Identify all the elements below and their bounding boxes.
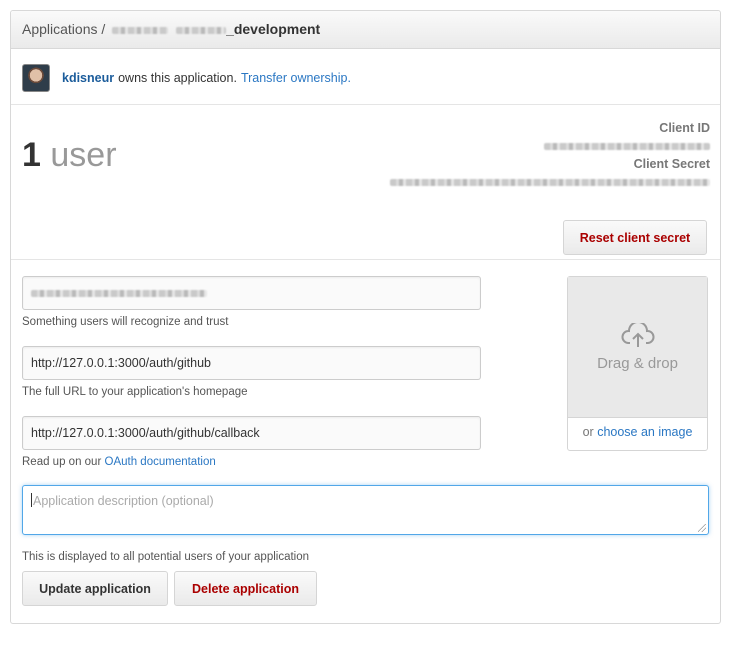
client-id-value xyxy=(390,141,710,151)
breadcrumb-applications-link[interactable]: Applications xyxy=(22,21,98,37)
text-caret xyxy=(31,493,32,507)
drag-drop-area[interactable]: Drag & drop xyxy=(568,277,707,418)
user-count: 1 user xyxy=(22,136,117,175)
redacted-app-name xyxy=(176,26,227,34)
application-name-hint: Something users will recognize and trust xyxy=(22,316,229,328)
description-textarea[interactable]: Application description (optional) xyxy=(22,485,709,535)
choose-image-row: or choose an image xyxy=(568,425,707,439)
resize-grip-icon[interactable] xyxy=(698,524,706,532)
avatar[interactable] xyxy=(22,63,50,92)
breadcrumb: Applications / _development xyxy=(11,11,720,49)
user-count-label: user xyxy=(50,136,117,174)
callback-url-hint: Read up on our OAuth documentation xyxy=(22,456,216,468)
drag-drop-label: Drag & drop xyxy=(597,354,678,372)
cloud-upload-icon xyxy=(621,322,654,347)
app-name-title: _development xyxy=(226,21,321,37)
user-count-number: 1 xyxy=(22,136,41,174)
choose-image-link[interactable]: choose an image xyxy=(597,425,692,439)
app-stats: 1 user Client ID Client Secret Reset cli… xyxy=(11,106,720,260)
callback-url-field[interactable]: http://127.0.0.1:3000/auth/github/callba… xyxy=(22,416,481,450)
oauth-documentation-link[interactable]: OAuth documentation xyxy=(105,456,216,468)
delete-application-button[interactable]: Delete application xyxy=(174,571,317,606)
client-secret-label: Client Secret xyxy=(633,157,710,171)
update-application-button[interactable]: Update application xyxy=(22,571,168,606)
reset-client-secret-button[interactable]: Reset client secret xyxy=(563,220,707,255)
client-credentials: Client ID Client Secret xyxy=(390,121,710,193)
or-text: or xyxy=(582,425,594,439)
description-hint: This is displayed to all potential users… xyxy=(22,551,310,563)
application-settings-panel: Applications / _development kdisneur own… xyxy=(10,10,721,624)
homepage-url-hint: The full URL to your application's homep… xyxy=(22,386,248,398)
transfer-ownership-link[interactable]: Transfer ownership. xyxy=(241,71,351,85)
callback-hint-text: Read up on our xyxy=(22,456,102,468)
application-name-field[interactable] xyxy=(22,276,481,310)
description-placeholder: Application description (optional) xyxy=(33,494,214,508)
breadcrumb-separator: / xyxy=(101,21,106,37)
redacted-app-name xyxy=(112,26,169,34)
owner-text: owns this application. xyxy=(118,70,237,85)
owner-row: kdisneur owns this application. Transfer… xyxy=(11,51,720,105)
client-id-label: Client ID xyxy=(659,121,710,135)
application-form: Something users will recognize and trust… xyxy=(11,261,720,623)
owner-username-link[interactable]: kdisneur xyxy=(62,71,114,85)
homepage-url-field[interactable]: http://127.0.0.1:3000/auth/github xyxy=(22,346,481,380)
client-secret-value xyxy=(390,177,710,187)
logo-dropzone[interactable]: Drag & drop or choose an image xyxy=(567,276,708,451)
